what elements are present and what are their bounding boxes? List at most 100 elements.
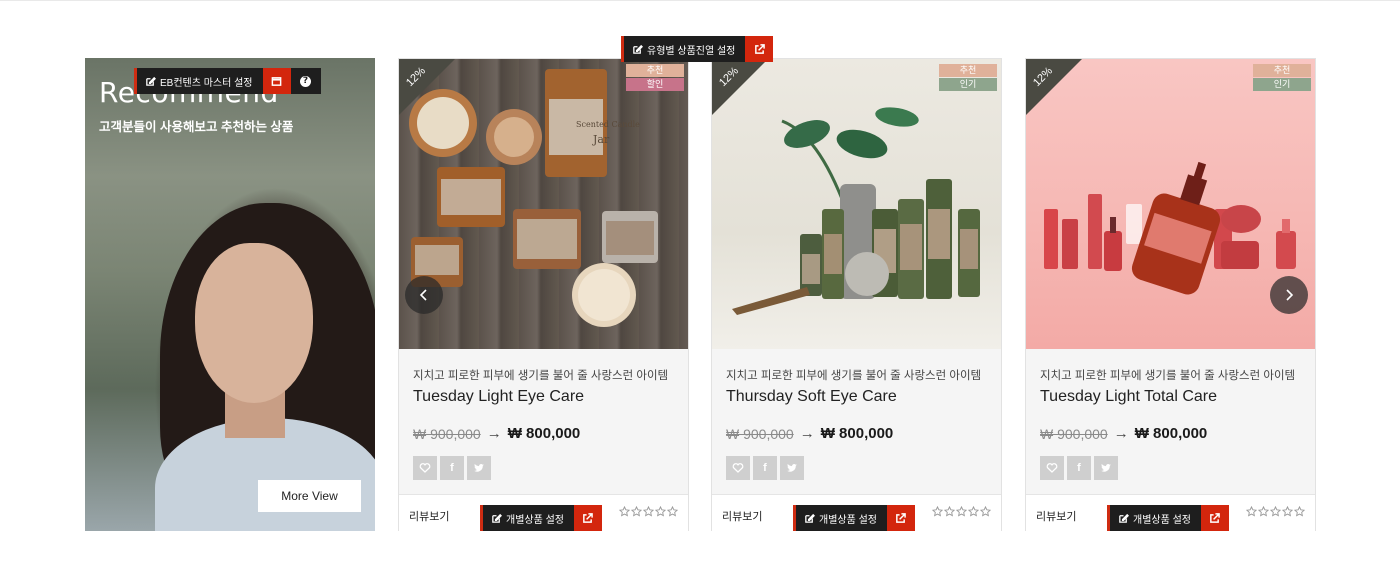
star-outline-icon: [1294, 506, 1305, 517]
chevron-right-icon: [1286, 289, 1294, 301]
star-outline-icon: [944, 506, 955, 517]
tag-popular: 인기: [939, 78, 997, 91]
price-row: ₩ 900,000 → ₩ 800,000: [726, 425, 893, 442]
twitter-share-button[interactable]: [780, 456, 804, 480]
twitter-icon: [474, 464, 484, 472]
sale-price: ₩ 800,000: [1134, 425, 1208, 442]
wishlist-button[interactable]: [1040, 456, 1064, 480]
tag-sale: 할인: [626, 78, 684, 91]
product-description: 지치고 피로한 피부에 생기를 불어 줄 사랑스런 아이템: [726, 370, 982, 382]
product-tags: 추천 인기: [1253, 64, 1311, 92]
wishlist-button[interactable]: [413, 456, 437, 480]
tag-recommend: 추천: [1253, 64, 1311, 77]
twitter-share-button[interactable]: [467, 456, 491, 480]
product-description: 지치고 피로한 피부에 생기를 불어 줄 사랑스런 아이템: [1040, 370, 1296, 382]
facebook-icon: f: [1077, 462, 1081, 474]
product-info: 지치고 피로한 피부에 생기를 불어 줄 사랑스런 아이템 Thursday S…: [712, 349, 1001, 494]
original-price: ₩ 900,000: [413, 425, 481, 442]
eb-master-help-button[interactable]: ?: [290, 68, 321, 94]
price-row: ₩ 900,000 → ₩ 800,000: [1040, 425, 1207, 442]
star-outline-icon: [631, 506, 642, 517]
chevron-left-icon: [419, 289, 427, 301]
discount-ribbon: [399, 59, 455, 115]
eb-master-setting-label: EB컨텐츠 마스터 설정: [160, 77, 253, 89]
eb-master-admin: EB컨텐츠 마스터 설정 ?: [134, 68, 321, 94]
banner-subtitle: 고객분들이 사용해보고 추천하는 상품: [99, 120, 294, 134]
product-info: 지치고 피로한 피부에 생기를 불어 줄 사랑스런 아이템 Tuesday Li…: [1026, 349, 1315, 494]
banner-photo-face: [195, 243, 313, 403]
type-display-external-button[interactable]: [745, 36, 774, 62]
heart-icon: [419, 463, 431, 473]
product-footer: 리뷰보기 개별상품 설정: [712, 494, 1001, 531]
sale-price: ₩ 800,000: [507, 425, 581, 442]
rating-stars: [932, 506, 991, 517]
item-external-button[interactable]: [573, 505, 602, 531]
product-name[interactable]: Tuesday Light Total Care: [1040, 388, 1217, 406]
item-setting-button[interactable]: 개별상품 설정: [793, 505, 887, 531]
star-outline-icon: [1282, 506, 1293, 517]
star-outline-icon: [619, 506, 630, 517]
edit-icon: [805, 513, 815, 523]
tag-recommend: 추천: [939, 64, 997, 77]
star-outline-icon: [1246, 506, 1257, 517]
facebook-share-button[interactable]: f: [440, 456, 464, 480]
star-outline-icon: [643, 506, 654, 517]
star-outline-icon: [968, 506, 979, 517]
star-outline-icon: [956, 506, 967, 517]
external-link-icon: [754, 43, 765, 54]
window-icon: [271, 76, 282, 86]
price-row: ₩ 900,000 → ₩ 800,000: [413, 425, 580, 442]
item-admin: 개별상품 설정: [480, 505, 602, 531]
discount-ribbon: [712, 59, 768, 115]
type-display-setting-button[interactable]: 유형별 상품진열 설정: [621, 36, 746, 62]
item-setting-label: 개별상품 설정: [819, 514, 877, 526]
edit-icon: [492, 513, 502, 523]
heart-icon: [1046, 463, 1058, 473]
item-setting-label: 개별상품 설정: [506, 514, 564, 526]
review-link[interactable]: 리뷰보기: [1036, 508, 1076, 524]
product-tags: 추천 인기: [939, 64, 997, 92]
item-setting-button[interactable]: 개별상품 설정: [480, 505, 574, 531]
top-divider: [0, 0, 1400, 1]
facebook-share-button[interactable]: f: [753, 456, 777, 480]
twitter-share-button[interactable]: [1094, 456, 1118, 480]
item-admin: 개별상품 설정: [1107, 505, 1229, 531]
review-link[interactable]: 리뷰보기: [409, 508, 449, 524]
wishlist-button[interactable]: [726, 456, 750, 480]
carousel-next-button[interactable]: [1270, 276, 1308, 314]
social-buttons: f: [726, 456, 804, 480]
external-link-icon: [1210, 512, 1221, 523]
social-buttons: f: [1040, 456, 1118, 480]
star-outline-icon: [655, 506, 666, 517]
arrow-right-icon: →: [1113, 425, 1129, 442]
type-display-admin: 유형별 상품진열 설정: [621, 36, 774, 62]
item-external-button[interactable]: [1200, 505, 1229, 531]
rating-stars: [619, 506, 678, 517]
question-icon: ?: [300, 75, 311, 87]
product-info: 지치고 피로한 피부에 생기를 불어 줄 사랑스런 아이템 Tuesday Li…: [399, 349, 688, 494]
facebook-share-button[interactable]: f: [1067, 456, 1091, 480]
star-outline-icon: [1270, 506, 1281, 517]
more-view-button[interactable]: More View: [258, 480, 361, 512]
star-outline-icon: [980, 506, 991, 517]
edit-icon: [146, 76, 156, 86]
item-setting-button[interactable]: 개별상품 설정: [1107, 505, 1201, 531]
carousel-prev-button[interactable]: [405, 276, 443, 314]
star-outline-icon: [1258, 506, 1269, 517]
eb-master-window-button[interactable]: [262, 68, 291, 94]
product-footer: 리뷰보기 개별상품 설정: [1026, 494, 1315, 531]
external-link-icon: [583, 512, 594, 523]
item-external-button[interactable]: [886, 505, 915, 531]
recommend-banner: Recommend 고객분들이 사용해보고 추천하는 상품 More View: [85, 58, 375, 531]
sale-price: ₩ 800,000: [820, 425, 894, 442]
product-name[interactable]: Tuesday Light Eye Care: [413, 388, 584, 406]
product-name[interactable]: Thursday Soft Eye Care: [726, 388, 897, 406]
social-buttons: f: [413, 456, 491, 480]
tag-popular: 인기: [1253, 78, 1311, 91]
product-card[interactable]: 12% 추천 인기 지치고 피로한 피부에 생기를 불어 줄 사랑스런 아이템 …: [711, 58, 1002, 531]
eb-master-setting-button[interactable]: EB컨텐츠 마스터 설정: [134, 68, 263, 94]
star-outline-icon: [667, 506, 678, 517]
twitter-icon: [787, 464, 797, 472]
review-link[interactable]: 리뷰보기: [722, 508, 762, 524]
facebook-icon: f: [450, 462, 454, 474]
